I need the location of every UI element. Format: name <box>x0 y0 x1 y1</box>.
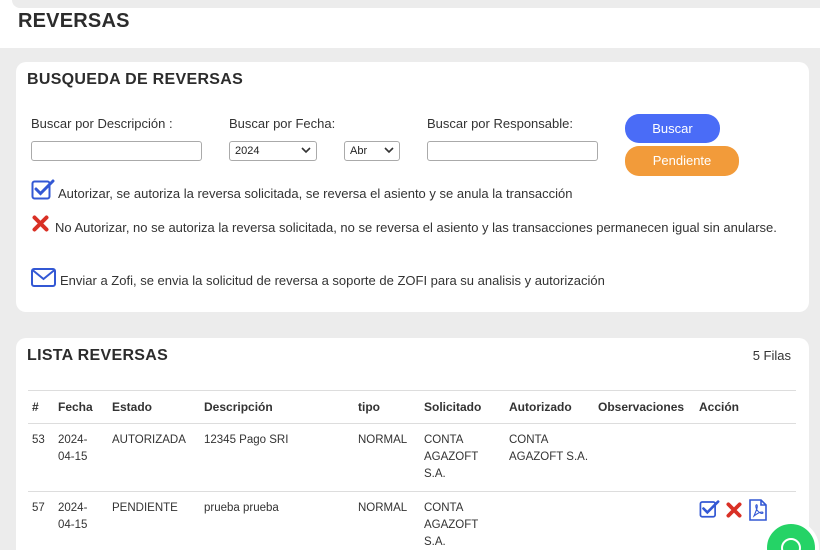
cell-solicitado: CONTA AGAZOFT S.A. <box>420 423 505 492</box>
action-icons <box>699 499 792 521</box>
cell-id: 57 <box>28 491 54 550</box>
col-estado: Estado <box>108 390 200 424</box>
search-card-title: BUSQUEDA DE REVERSAS <box>27 71 244 88</box>
pending-button[interactable]: Pendiente <box>625 146 739 176</box>
search-button[interactable]: Buscar <box>625 114 720 143</box>
date-label: Buscar por Fecha: <box>229 116 336 131</box>
list-card-title: LISTA REVERSAS <box>27 347 169 364</box>
description-input[interactable] <box>31 141 202 161</box>
page-title: REVERSAS <box>18 10 130 32</box>
year-select[interactable]: 2024 <box>229 141 317 161</box>
check-square-icon <box>31 179 55 200</box>
responsible-input[interactable] <box>427 141 598 161</box>
month-select[interactable]: Abr <box>344 141 400 161</box>
legend-authorize-text: Autorizar, se autoriza la reversa solici… <box>58 186 573 201</box>
cell-estado: PENDIENTE <box>108 491 200 550</box>
cell-observaciones <box>594 423 695 492</box>
col-observaciones: Observaciones <box>594 390 695 424</box>
description-label: Buscar por Descripción : <box>31 116 173 131</box>
col-fecha: Fecha <box>54 390 108 424</box>
whatsapp-icon <box>781 538 801 550</box>
col-accion: Acción <box>695 390 796 424</box>
legend-send-zofi-text: Enviar a Zofi, se envia la solicitud de … <box>60 273 605 288</box>
reversas-table: # Fecha Estado Descripción tipo Solicita… <box>28 390 796 550</box>
cell-observaciones <box>594 491 695 550</box>
chevron-down-icon <box>384 147 394 154</box>
search-card: BUSQUEDA DE REVERSAS Buscar por Descripc… <box>16 62 809 312</box>
envelope-icon <box>31 268 56 287</box>
col-descripcion: Descripción <box>200 390 354 424</box>
authorize-check-icon[interactable] <box>699 499 720 518</box>
cell-fecha: 2024-04-15 <box>54 423 108 492</box>
responsible-label: Buscar por Responsable: <box>427 116 573 131</box>
cell-id: 53 <box>28 423 54 492</box>
cell-estado: AUTORIZADA <box>108 423 200 492</box>
list-card: LISTA REVERSAS 5 Filas # Fecha Estado De… <box>16 338 809 550</box>
cell-accion <box>695 423 796 492</box>
col-solicitado: Solicitado <box>420 390 505 424</box>
year-select-value: 2024 <box>235 145 260 157</box>
col-tipo: tipo <box>354 390 420 424</box>
month-select-value: Abr <box>350 145 368 157</box>
chevron-down-icon <box>301 147 311 154</box>
cell-autorizado: CONTA AGAZOFT S.A. <box>505 423 594 492</box>
col-autorizado: Autorizado <box>505 390 594 424</box>
pdf-file-icon[interactable] <box>748 499 768 521</box>
cell-fecha: 2024-04-15 <box>54 491 108 550</box>
cell-solicitado: CONTA AGAZOFT S.A. <box>420 491 505 550</box>
top-band <box>12 0 820 8</box>
col-id: # <box>28 390 54 424</box>
table-row[interactable]: 53 2024-04-15 AUTORIZADA 12345 Pago SRI … <box>28 423 796 492</box>
table-header-row: # Fecha Estado Descripción tipo Solicita… <box>28 390 796 424</box>
cell-descripcion: prueba prueba <box>200 491 354 550</box>
cell-tipo: NORMAL <box>354 491 420 550</box>
cell-autorizado <box>505 491 594 550</box>
cell-tipo: NORMAL <box>354 423 420 492</box>
table-row[interactable]: 57 2024-04-15 PENDIENTE prueba prueba NO… <box>28 491 796 550</box>
reject-x-icon[interactable] <box>726 502 742 518</box>
cell-descripcion: 12345 Pago SRI <box>200 423 354 492</box>
legend-reject-text: No Autorizar, no se autoriza la reversa … <box>55 220 777 235</box>
rows-count: 5 Filas <box>752 348 791 363</box>
